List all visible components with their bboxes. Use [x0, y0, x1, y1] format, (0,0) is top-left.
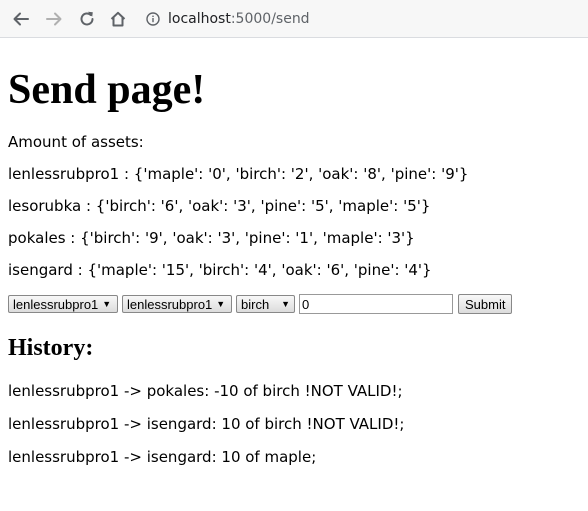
history-item: lenlessrubpro1 -> pokales: -10 of birch … [8, 382, 403, 400]
home-icon[interactable] [107, 8, 129, 30]
to-select-value: lenlessrubpro1 [127, 296, 213, 312]
dropdown-arrow-icon: ▼ [102, 299, 112, 309]
amount-input-value: 0 [302, 296, 310, 312]
url-path: :5000/send [230, 11, 310, 27]
asset-select-value: birch [241, 296, 270, 312]
url-host: localhost [168, 11, 231, 27]
asset-line-isengard: isengard : {'maple': '15', 'birch': '4',… [8, 261, 432, 279]
amount-label: Amount of assets: [8, 133, 144, 151]
from-select-value: lenlessrubpro1 [13, 296, 99, 312]
from-select[interactable]: lenlessrubpro1 ▼ [8, 295, 118, 313]
page-title: Send page! [8, 67, 206, 113]
page-content: Send page! Amount of assets: lenlessrubp… [8, 38, 580, 466]
amount-input[interactable]: 0 [299, 294, 453, 314]
dropdown-arrow-icon: ▼ [216, 299, 226, 309]
to-select[interactable]: lenlessrubpro1 ▼ [122, 295, 232, 313]
forward-arrow-icon[interactable] [43, 8, 65, 30]
dropdown-arrow-icon: ▼ [281, 299, 290, 309]
asset-line-pokales: pokales : {'birch': '9', 'oak': '3', 'pi… [8, 229, 415, 247]
address-bar[interactable]: localhost:5000/send [146, 8, 310, 30]
back-arrow-icon[interactable] [10, 8, 32, 30]
send-form: lenlessrubpro1 ▼ lenlessrubpro1 ▼ birch … [8, 294, 580, 314]
asset-select[interactable]: birch ▼ [236, 295, 295, 313]
history-item: lenlessrubpro1 -> isengard: 10 of maple; [8, 448, 317, 466]
reload-icon[interactable] [76, 8, 98, 30]
browser-toolbar: localhost:5000/send [0, 0, 588, 38]
history-item: lenlessrubpro1 -> isengard: 10 of birch … [8, 415, 405, 433]
asset-line-lesorubka: lesorubka : {'birch': '6', 'oak': '3', '… [8, 197, 431, 215]
info-icon[interactable] [146, 12, 160, 26]
submit-button[interactable]: Submit [458, 294, 513, 314]
history-title: History: [8, 335, 94, 361]
asset-line-lenlessrubpro1: lenlessrubpro1 : {'maple': '0', 'birch':… [8, 165, 469, 183]
